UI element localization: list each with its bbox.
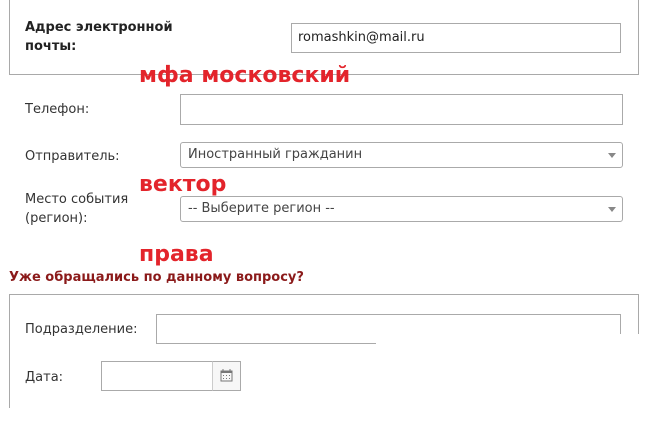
- overlay-text-1: мфа московский: [139, 63, 351, 88]
- sender-select[interactable]: Иностранный гражданин: [180, 142, 623, 168]
- chevron-down-icon: [608, 207, 616, 212]
- overlay-text-2: вектор: [139, 172, 227, 197]
- calendar-button[interactable]: [212, 361, 241, 391]
- phone-label: Телефон:: [25, 102, 90, 117]
- previous-request-question: Уже обращались по данному вопросу?: [9, 270, 304, 285]
- calendar-icon: [220, 369, 233, 382]
- obscured-area: [376, 334, 663, 422]
- email-field[interactable]: romashkin@mail.ru: [291, 23, 621, 53]
- chevron-down-icon: [608, 153, 616, 158]
- division-label: Подразделение:: [25, 322, 138, 337]
- region-select[interactable]: -- Выберите регион --: [180, 196, 623, 222]
- phone-field[interactable]: [180, 94, 623, 125]
- date-field[interactable]: [101, 361, 213, 391]
- sender-select-value: Иностранный гражданин: [188, 147, 363, 162]
- region-select-value: -- Выберите регион --: [188, 201, 335, 216]
- email-label: Адрес электронной почты:: [25, 20, 173, 54]
- sender-label: Отправитель:: [25, 149, 120, 164]
- overlay-text-3: права: [139, 242, 214, 267]
- place-label: Место события (регион):: [25, 192, 129, 226]
- date-label: Дата:: [25, 370, 64, 385]
